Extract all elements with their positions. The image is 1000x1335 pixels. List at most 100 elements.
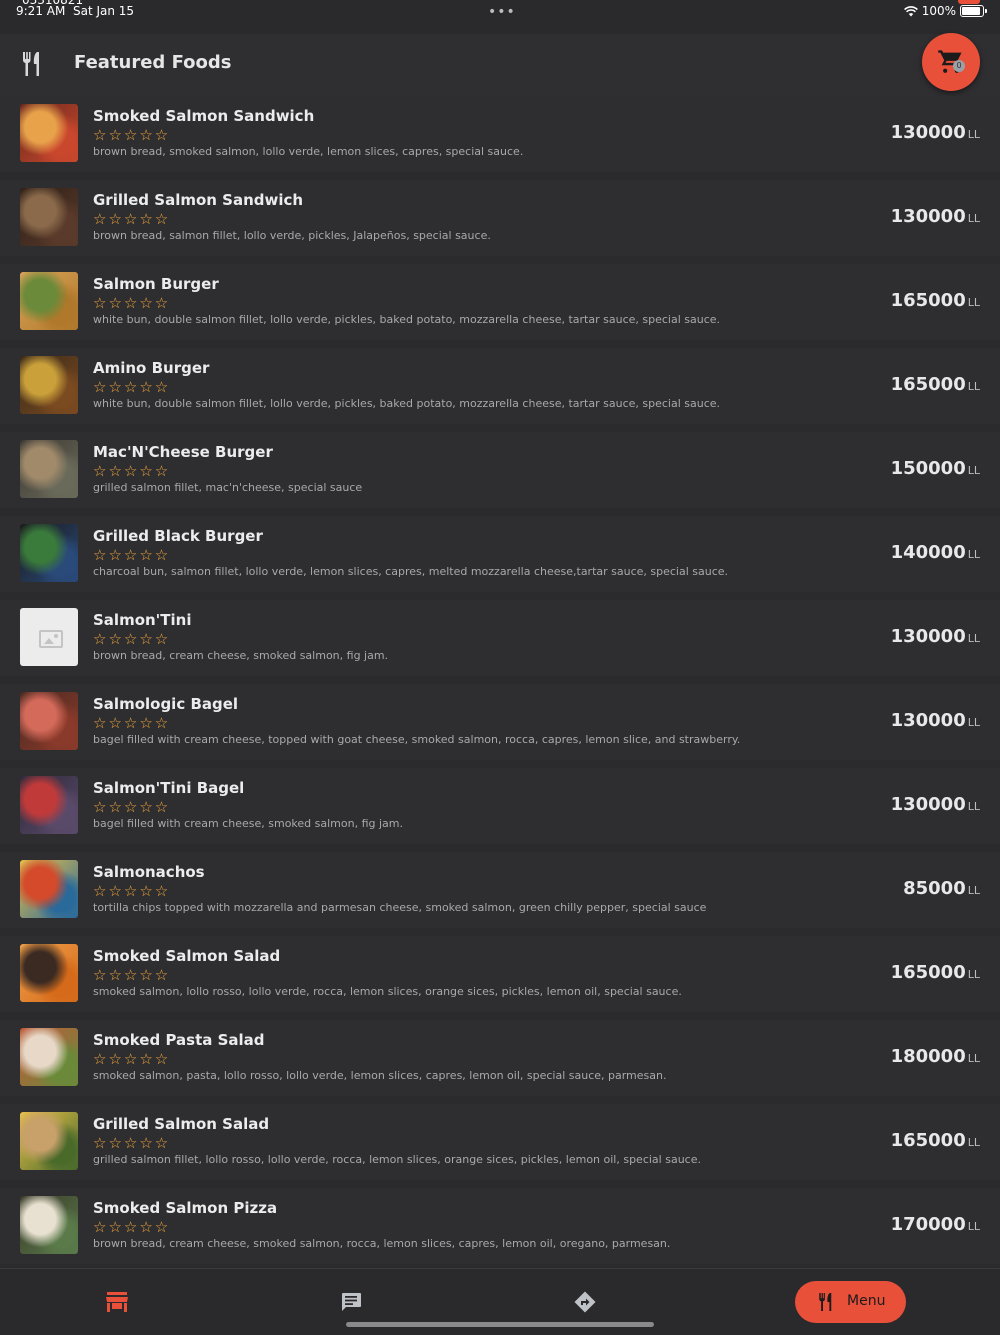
food-thumbnail xyxy=(20,944,78,1002)
price-value: 165000 xyxy=(890,962,966,983)
food-price: 130000 LL xyxy=(891,794,980,815)
food-price: 170000 LL xyxy=(891,1214,980,1235)
rating-stars-icon[interactable]: ☆☆☆☆☆ xyxy=(93,630,170,648)
food-thumbnail xyxy=(20,272,78,330)
food-description: tortilla chips topped with mozzarella an… xyxy=(93,901,707,914)
food-name: Smoked Pasta Salad xyxy=(93,1031,265,1049)
status-bar: 03310821 9:21 AM Sat Jan 15 ••• 100% xyxy=(0,0,1000,34)
price-currency: LL xyxy=(967,800,980,813)
price-value: 130000 xyxy=(890,794,966,815)
food-name: Grilled Salmon Sandwich xyxy=(93,191,304,209)
food-name: Smoked Salmon Pizza xyxy=(93,1199,278,1217)
food-item[interactable]: Salmon'Tini Bagel ☆☆☆☆☆ bagel filled with … xyxy=(0,768,1000,844)
menu-button[interactable]: Menu xyxy=(795,1281,906,1323)
rating-stars-icon[interactable]: ☆☆☆☆☆ xyxy=(93,462,170,480)
food-thumbnail xyxy=(20,1112,78,1170)
food-item[interactable]: Smoked Salmon Pizza ☆☆☆☆☆ brown bread, cre… xyxy=(0,1188,1000,1264)
food-item[interactable]: Smoked Salmon Salad ☆☆☆☆☆ smoked salmon, l… xyxy=(0,936,1000,1012)
rating-stars-icon[interactable]: ☆☆☆☆☆ xyxy=(93,1050,170,1068)
rating-stars-icon[interactable]: ☆☆☆☆☆ xyxy=(93,1134,170,1152)
food-description: smoked salmon, lollo rosso, lollo verde,… xyxy=(93,985,682,998)
food-thumbnail xyxy=(20,692,78,750)
food-description: bagel filled with cream cheese, topped w… xyxy=(93,733,741,746)
battery-percent: 100% xyxy=(921,4,956,18)
home-indicator xyxy=(346,1322,654,1327)
food-price: 130000 LL xyxy=(891,122,980,143)
rating-stars-icon[interactable]: ☆☆☆☆☆ xyxy=(93,1218,170,1236)
fork-knife-icon[interactable] xyxy=(20,50,44,78)
price-currency: LL xyxy=(967,1220,980,1233)
price-currency: LL xyxy=(967,212,980,225)
image-placeholder-icon xyxy=(20,608,78,666)
food-item[interactable]: Salmon'Tini ☆☆☆☆☆ brown bread, cream chees… xyxy=(0,600,1000,676)
food-item[interactable]: Grilled Black Burger ☆☆☆☆☆ charcoal bun, s… xyxy=(0,516,1000,592)
food-price: 130000 LL xyxy=(891,626,980,647)
price-value: 140000 xyxy=(890,542,966,563)
price-currency: LL xyxy=(967,128,980,141)
rating-stars-icon[interactable]: ☆☆☆☆☆ xyxy=(93,378,170,396)
food-price: 165000 LL xyxy=(891,1130,980,1151)
food-thumbnail xyxy=(20,188,78,246)
rating-stars-icon[interactable]: ☆☆☆☆☆ xyxy=(93,126,170,144)
food-description: brown bread, smoked salmon, lollo verde,… xyxy=(93,145,524,158)
food-description: white bun, double salmon fillet, lollo v… xyxy=(93,313,721,326)
food-item[interactable]: Smoked Pasta Salad ☆☆☆☆☆ smoked salmon, pa… xyxy=(0,1020,1000,1096)
rating-stars-icon[interactable]: ☆☆☆☆☆ xyxy=(93,882,170,900)
food-thumbnail xyxy=(20,524,78,582)
cart-button[interactable]: 0 xyxy=(922,33,980,91)
food-name: Salmologic Bagel xyxy=(93,695,239,713)
rating-stars-icon[interactable]: ☆☆☆☆☆ xyxy=(93,294,170,312)
price-value: 85000 xyxy=(903,878,966,899)
menu-label: Menu xyxy=(847,1293,886,1309)
food-name: Smoked Salmon Salad xyxy=(93,947,281,965)
cart-count-badge: 0 xyxy=(953,60,965,72)
price-currency: LL xyxy=(967,968,980,981)
rating-stars-icon[interactable]: ☆☆☆☆☆ xyxy=(93,714,170,732)
food-item[interactable]: Grilled Salmon Salad ☆☆☆☆☆ grilled salmon … xyxy=(0,1104,1000,1180)
food-price: 165000 LL xyxy=(891,290,980,311)
food-description: bagel filled with cream cheese, smoked s… xyxy=(93,817,403,830)
rating-stars-icon[interactable]: ☆☆☆☆☆ xyxy=(93,798,170,816)
food-item[interactable]: Grilled Salmon Sandwich ☆☆☆☆☆ brown bread,… xyxy=(0,180,1000,256)
price-currency: LL xyxy=(967,296,980,309)
food-item[interactable]: Salmonachos ☆☆☆☆☆ tortilla chips topped wi… xyxy=(0,852,1000,928)
price-currency: LL xyxy=(967,716,980,729)
battery-icon xyxy=(960,5,987,17)
food-item[interactable]: Salmologic Bagel ☆☆☆☆☆ bagel filled with c… xyxy=(0,684,1000,760)
chat-icon[interactable] xyxy=(340,1291,362,1313)
price-value: 165000 xyxy=(890,290,966,311)
price-currency: LL xyxy=(967,884,980,897)
price-currency: LL xyxy=(967,380,980,393)
page-title: Featured Foods xyxy=(74,52,232,73)
rating-stars-icon[interactable]: ☆☆☆☆☆ xyxy=(93,210,170,228)
status-time: 9:21 AM Sat Jan 15 xyxy=(16,4,135,18)
store-icon[interactable] xyxy=(105,1291,129,1313)
multitask-dots-icon[interactable]: ••• xyxy=(488,4,516,20)
food-name: Mac'N'Cheese Burger xyxy=(93,443,273,461)
food-description: brown bread, cream cheese, smoked salmon… xyxy=(93,649,389,662)
food-description: white bun, double salmon fillet, lollo v… xyxy=(93,397,721,410)
status-right: 100% xyxy=(903,4,987,18)
food-price: 130000 LL xyxy=(891,206,980,227)
food-item[interactable]: Smoked Salmon Sandwich ☆☆☆☆☆ brown bread, … xyxy=(0,96,1000,172)
rating-stars-icon[interactable]: ☆☆☆☆☆ xyxy=(93,966,170,984)
food-item[interactable]: Mac'N'Cheese Burger ☆☆☆☆☆ grilled salmon f… xyxy=(0,432,1000,508)
price-value: 165000 xyxy=(890,374,966,395)
directions-icon[interactable] xyxy=(574,1291,596,1313)
food-list: Smoked Salmon Sandwich ☆☆☆☆☆ brown bread, … xyxy=(0,96,1000,1272)
price-value: 170000 xyxy=(890,1214,966,1235)
food-description: smoked salmon, pasta, lollo rosso, lollo… xyxy=(93,1069,667,1082)
food-name: Salmon Burger xyxy=(93,275,219,293)
food-description: brown bread, salmon fillet, lollo verde,… xyxy=(93,229,491,242)
food-name: Salmon'Tini Bagel xyxy=(93,779,245,797)
food-price: 140000 LL xyxy=(891,542,980,563)
price-value: 165000 xyxy=(890,1130,966,1151)
food-price: 165000 LL xyxy=(891,374,980,395)
rating-stars-icon[interactable]: ☆☆☆☆☆ xyxy=(93,546,170,564)
food-item[interactable]: Salmon Burger ☆☆☆☆☆ white bun, double salm… xyxy=(0,264,1000,340)
food-item[interactable]: Amino Burger ☆☆☆☆☆ white bun, double salmo… xyxy=(0,348,1000,424)
food-price: 150000 LL xyxy=(891,458,980,479)
food-name: Salmonachos xyxy=(93,863,205,881)
food-name: Amino Burger xyxy=(93,359,210,377)
food-thumbnail xyxy=(20,1196,78,1254)
